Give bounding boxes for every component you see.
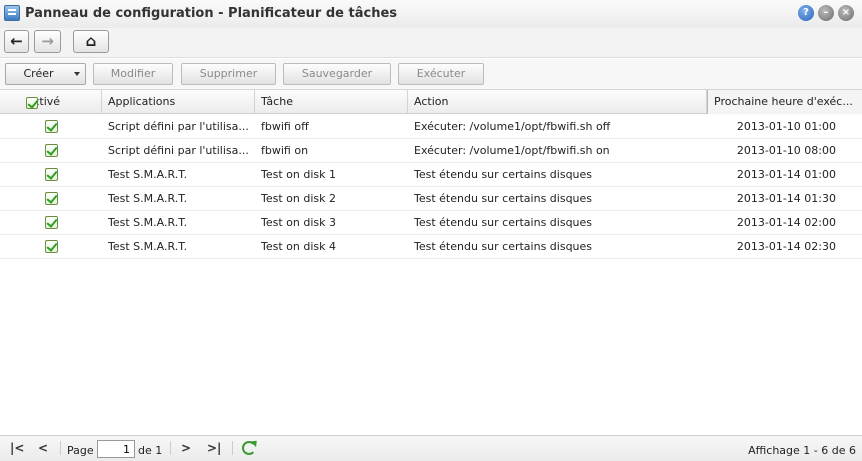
cell-next-run: 2013-01-14 01:00 [736,168,836,181]
cell-application: Test S.M.A.R.T. [108,192,188,205]
window-title: Panneau de configuration - Planificateur… [25,6,398,21]
previous-page-icon[interactable]: < [38,441,48,455]
page-count-label: de 1 [138,444,163,457]
cell-application: Script défini par l'utilisa... [108,120,249,133]
column-header-enabled[interactable]: Activé [0,90,102,114]
row-enabled-checkbox[interactable] [45,168,58,181]
cell-action: Test étendu sur certains disques [414,192,593,205]
row-enabled-checkbox[interactable] [45,216,58,229]
navigation-bar: ← → ⌂ [0,28,862,58]
pager-divider [170,441,171,455]
select-all-checkbox[interactable] [26,97,38,109]
table-row[interactable]: Test S.M.A.R.T. Test on disk 2 Test éten… [0,187,862,211]
cell-action: Exécuter: /volume1/opt/fbwifi.sh off [414,120,611,133]
forward-button[interactable]: → [34,30,61,53]
display-count: Affichage 1 - 6 de 6 [748,444,856,457]
row-enabled-checkbox[interactable] [45,240,58,253]
create-button[interactable]: Créer [5,63,86,85]
modify-button[interactable]: Modifier [93,63,173,85]
cell-next-run: 2013-01-14 01:30 [736,192,836,205]
cell-task: fbwifi on [261,144,309,157]
row-enabled-checkbox[interactable] [45,120,58,133]
column-header-next-run[interactable]: Prochaine heure d'exéc... [707,90,862,114]
first-page-icon[interactable]: |< [10,441,24,455]
dropdown-caret-icon [74,72,80,76]
row-enabled-checkbox[interactable] [45,192,58,205]
arrow-left-icon: ← [10,32,23,50]
table-row[interactable]: Script défini par l'utilisa... fbwifi of… [0,115,862,139]
execute-button[interactable]: Exécuter [398,63,484,85]
page-label: Page [67,444,94,457]
column-header-task[interactable]: Tâche [255,90,408,114]
pagination-bar: |< < Page de 1 > >| Affichage 1 - 6 de 6 [0,435,862,461]
column-header-action[interactable]: Action [408,90,707,114]
cell-next-run: 2013-01-10 08:00 [736,144,836,157]
table-row[interactable]: Test S.M.A.R.T. Test on disk 1 Test éten… [0,163,862,187]
cell-task: fbwifi off [261,120,309,133]
cell-task: Test on disk 1 [261,168,336,181]
back-button[interactable]: ← [4,30,29,53]
pager-divider [232,441,233,455]
cell-task: Test on disk 2 [261,192,336,205]
save-button[interactable]: Sauvegarder [283,63,391,85]
refresh-icon[interactable] [242,441,256,455]
page-number-input[interactable] [97,440,135,458]
task-grid-header: Activé Applications Tâche Action Prochai… [0,90,862,114]
arrow-right-icon: → [41,32,54,50]
next-page-icon[interactable]: > [181,441,191,455]
close-icon[interactable]: × [838,5,854,21]
title-bar: Panneau de configuration - Planificateur… [0,0,862,28]
delete-button[interactable]: Supprimer [181,63,276,85]
home-button[interactable]: ⌂ [73,30,109,53]
column-header-applications[interactable]: Applications [102,90,255,114]
cell-next-run: 2013-01-14 02:30 [736,240,836,253]
minimize-icon[interactable]: – [818,5,834,21]
cell-application: Test S.M.A.R.T. [108,216,188,229]
cell-task: Test on disk 4 [261,240,336,253]
help-icon[interactable]: ? [798,5,814,21]
row-enabled-checkbox[interactable] [45,144,58,157]
create-button-label: Créer [23,67,54,80]
cell-action: Test étendu sur certains disques [414,216,593,229]
table-row[interactable]: Script défini par l'utilisa... fbwifi on… [0,139,862,163]
cell-next-run: 2013-01-10 01:00 [736,120,836,133]
cell-action: Exécuter: /volume1/opt/fbwifi.sh on [414,144,610,157]
cell-next-run: 2013-01-14 02:00 [736,216,836,229]
action-toolbar: Créer Modifier Supprimer Sauvegarder Exé… [0,59,862,90]
cell-action: Test étendu sur certains disques [414,168,593,181]
cell-application: Test S.M.A.R.T. [108,240,188,253]
home-icon: ⌂ [85,32,97,50]
pager-divider [60,441,61,455]
cell-application: Script défini par l'utilisa... [108,144,249,157]
table-row[interactable]: Test S.M.A.R.T. Test on disk 4 Test éten… [0,235,862,259]
control-panel-icon [4,5,20,21]
last-page-icon[interactable]: >| [207,441,221,455]
cell-action: Test étendu sur certains disques [414,240,593,253]
cell-application: Test S.M.A.R.T. [108,168,188,181]
table-row[interactable]: Test S.M.A.R.T. Test on disk 3 Test éten… [0,211,862,235]
cell-task: Test on disk 3 [261,216,336,229]
